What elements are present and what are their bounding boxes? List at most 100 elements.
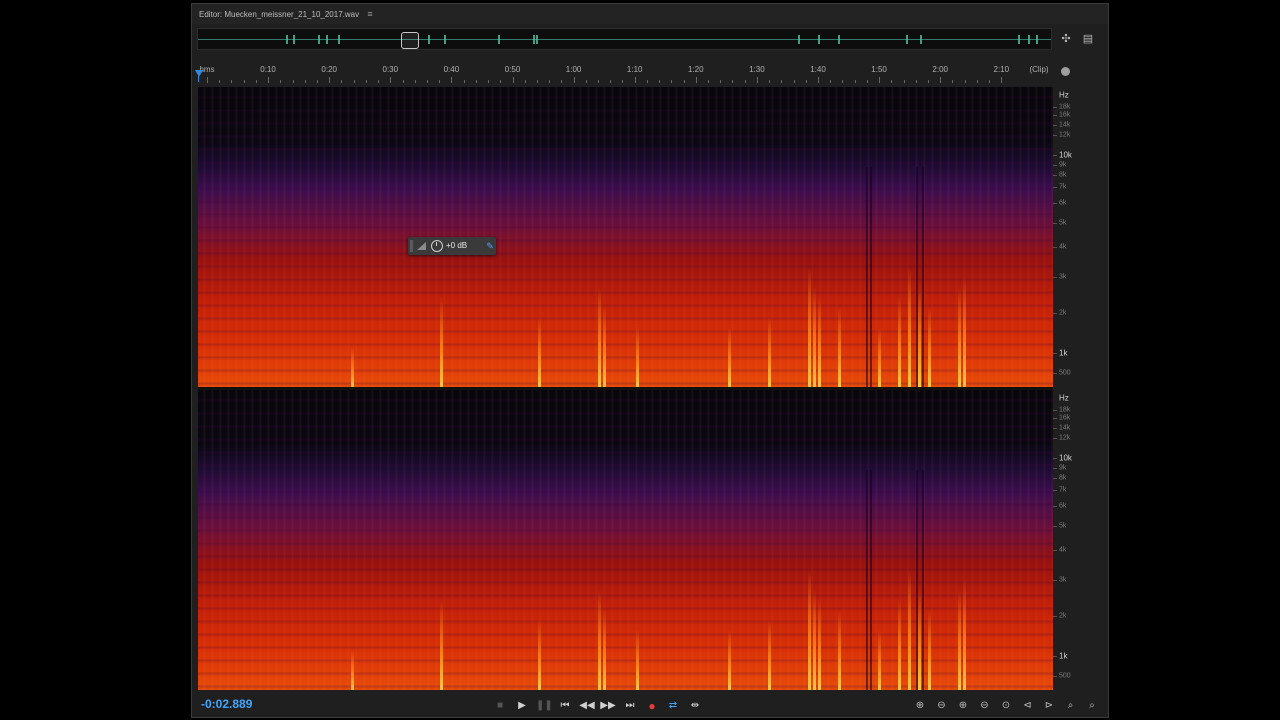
ruler-tick	[732, 80, 734, 83]
frequency-tick	[1053, 526, 1057, 527]
frequency-tick	[1053, 506, 1057, 507]
time-display[interactable]: -0:02.889	[201, 697, 252, 711]
spectrogram-dark-band	[922, 470, 924, 690]
zoom-in-amplitude-icon[interactable]: ⊕	[912, 696, 928, 716]
pause-icon[interactable]: ❚❚	[536, 696, 553, 716]
ruler-tick	[989, 80, 991, 83]
ruler-tick	[390, 77, 392, 83]
clip-settings-icon[interactable]	[1061, 67, 1070, 76]
gain-knob-icon[interactable]	[431, 240, 443, 252]
frequency-tick	[1053, 187, 1057, 188]
rewind-icon[interactable]: ◀◀	[579, 696, 595, 716]
ruler-tick	[304, 80, 306, 83]
ruler-label: 2:00	[932, 65, 948, 74]
ruler-tick	[341, 80, 343, 83]
spectrogram-energy-streak	[963, 580, 966, 690]
spectrogram-energy-streak	[963, 277, 966, 387]
spectrogram-energy-streak	[908, 267, 911, 387]
frequency-label: 2k	[1059, 309, 1067, 317]
frequency-tick	[1053, 107, 1057, 108]
ruler-tick	[439, 80, 441, 83]
zoom-in-time-icon[interactable]: ⊕	[955, 696, 971, 716]
spectrogram-energy-streak	[818, 600, 821, 690]
overview-waveform-peak	[293, 35, 295, 44]
fast-forward-icon[interactable]: ▶▶	[600, 696, 616, 716]
spectrogram-energy-streak	[808, 267, 811, 387]
overview-waveform-peak	[920, 35, 922, 44]
overview-waveform-peak	[444, 35, 446, 44]
spectrogram-energy-streak	[898, 600, 901, 690]
editor-title: Editor: Muecken_meissner_21_10_2017.wav	[199, 10, 360, 19]
zoom-left-edge-icon[interactable]: ⌕	[1063, 696, 1079, 716]
zoom-out-amplitude-icon[interactable]: ⊖	[934, 696, 950, 716]
ruler-tick	[634, 77, 636, 83]
spectrogram-energy-streak	[908, 570, 911, 690]
frequency-label: 18k	[1059, 103, 1071, 111]
gain-hud[interactable]: +0 dB ✎	[408, 237, 496, 255]
ruler-tick	[573, 77, 575, 83]
frequency-label: 10k	[1059, 453, 1072, 463]
loop-icon[interactable]: ⇄	[665, 696, 681, 716]
spectrogram-energy-streak	[636, 327, 639, 387]
playhead-marker[interactable]	[195, 70, 203, 77]
ruler-tick	[683, 80, 685, 83]
spectrogram-energy-streak	[603, 307, 606, 387]
hud-grip-handle[interactable]	[410, 240, 413, 252]
ruler-tick	[451, 77, 453, 83]
frequency-scale-channel-1[interactable]: Hz 18k 16k 14k 12k 10k 9k 8k 7k 6k 5k 4k 3k 2k 1k 500	[1053, 87, 1103, 387]
zoom-out-time-icon[interactable]: ⊖	[977, 696, 993, 716]
editor-panel: Editor: Muecken_meissner_21_10_2017.wav …	[191, 3, 1109, 718]
frequency-scale-channel-2[interactable]: Hz 18k 16k 14k 12k 10k 9k 8k 7k 6k 5k 4k 3k 2k 1k 500	[1053, 390, 1103, 690]
zoom-right-edge-icon[interactable]: ⌕	[1084, 696, 1100, 716]
overview-navigator[interactable]	[197, 28, 1052, 50]
ruler-tick	[903, 80, 905, 83]
spectrogram-energy-streak	[878, 327, 881, 387]
frequency-label: 6k	[1059, 502, 1067, 510]
frequency-tick	[1053, 175, 1057, 176]
panel-menu-icon[interactable]: ▤	[1081, 32, 1095, 46]
ruler-tick	[793, 80, 795, 83]
skip-forward-icon[interactable]: ⏭	[622, 696, 638, 716]
frequency-label: 8k	[1059, 171, 1067, 179]
frequency-label: 18k	[1059, 406, 1071, 414]
spectrogram-dark-band	[916, 470, 918, 690]
overview-view-handle[interactable]	[401, 32, 419, 49]
zoom-selection-icon[interactable]: ⊳	[1041, 696, 1057, 716]
stop-icon[interactable]: ■	[492, 696, 508, 716]
zoom-out-full-icon[interactable]: ⊙	[998, 696, 1014, 716]
frequency-label: 7k	[1059, 183, 1067, 191]
play-icon[interactable]: ▶	[514, 696, 530, 716]
frequency-tick	[1053, 155, 1057, 156]
ruler-tick	[231, 80, 233, 83]
frequency-tick	[1053, 438, 1057, 439]
frequency-unit-label: Hz	[1059, 393, 1069, 403]
spectrogram-energy-streak	[351, 650, 354, 690]
spectrogram-energy-streak	[538, 620, 541, 690]
overview-waveform-peak	[1028, 35, 1030, 44]
frequency-tick	[1053, 125, 1057, 126]
time-ruler[interactable]: hms (Clip) 0:10 0:20 0:30 0:40 0:50 1:00 1:10 1…	[197, 64, 1052, 84]
record-icon[interactable]: ●	[644, 696, 660, 716]
zoom-in-point-icon[interactable]: ⊲	[1020, 696, 1036, 716]
spectrogram-energy-streak	[440, 600, 443, 690]
frequency-label: 1k	[1059, 651, 1068, 661]
ruler-tick	[720, 80, 722, 83]
spectrogram-channel-1[interactable]	[198, 87, 1053, 387]
spectrogram-channel-2[interactable]	[198, 390, 1053, 690]
ruler-tick	[414, 80, 416, 83]
frequency-tick	[1053, 277, 1057, 278]
spectrogram-energy-streak	[598, 590, 601, 690]
spectrogram-energy-streak	[898, 297, 901, 387]
spectrogram-energy-streak	[768, 317, 771, 387]
zoom-to-selection-icon[interactable]: ✣	[1059, 32, 1073, 46]
pin-icon[interactable]: ✎	[484, 239, 496, 253]
skip-back-icon[interactable]: ⏮	[557, 696, 573, 716]
spectrogram-energy-streak	[918, 287, 921, 387]
ruler-tick	[805, 80, 807, 83]
hamburger-icon[interactable]: ≡	[367, 9, 372, 19]
skip-selection-icon[interactable]: ⇹	[687, 696, 703, 716]
overview-waveform-peak	[318, 35, 320, 44]
ruler-label: 0:40	[443, 65, 460, 74]
frequency-tick	[1053, 247, 1057, 248]
ruler-tick	[842, 80, 844, 83]
